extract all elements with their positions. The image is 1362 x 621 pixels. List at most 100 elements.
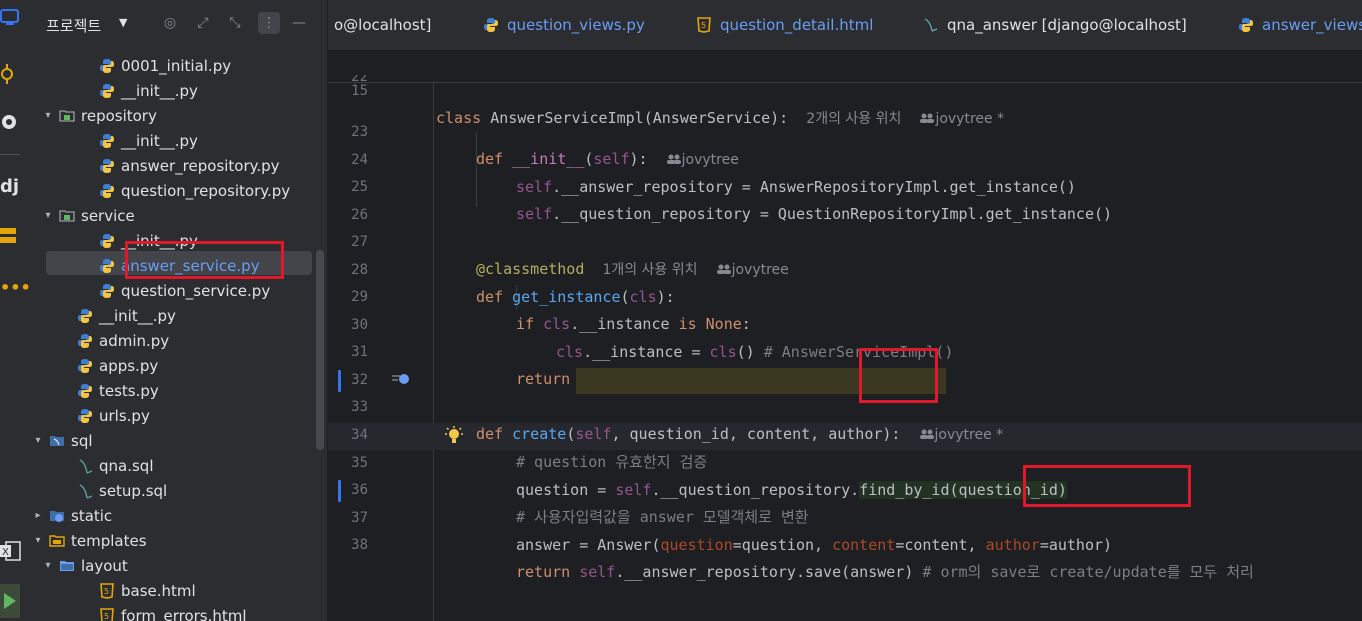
tree-item-label: base.html [121, 581, 196, 600]
tab-label: question_views.py [507, 16, 645, 34]
project-panel-header: 프로젝트 ▼ ◎ ⤢ ⤡ ⋮ — [31, 0, 327, 50]
commit-icon[interactable] [0, 64, 22, 84]
more-tools-icon[interactable]: ••• [0, 278, 31, 297]
db-table-icon [924, 18, 938, 32]
tree-item[interactable]: urls.py [31, 403, 327, 428]
chevron-down-icon[interactable]: ▾ [41, 210, 55, 221]
tree-item[interactable]: tests.py [31, 378, 327, 403]
svg-text:X: X [2, 547, 9, 558]
chevron-right-icon[interactable]: ▸ [31, 510, 45, 521]
python-file-icon [77, 308, 93, 324]
collapse-all-icon[interactable]: ⤡ [226, 14, 244, 32]
tree-item[interactable]: question_repository.py [31, 178, 327, 203]
tree-item[interactable]: 5 base.html [31, 578, 327, 603]
tree-item[interactable]: qna.sql [31, 453, 327, 478]
package-folder-icon [59, 108, 75, 124]
html-file-icon: 5 [99, 607, 115, 621]
tree-item[interactable]: 5 form_errors.html [31, 603, 327, 621]
tree-item[interactable]: 0001_initial.py [31, 53, 327, 78]
code-line-32: 32 [328, 340, 1362, 388]
project-panel-title[interactable]: 프로젝트 [46, 15, 101, 36]
tree-item-label: apps.py [99, 356, 159, 375]
database-icon[interactable] [0, 226, 22, 248]
code-line-35: 35 question = self.__question_repository… [328, 423, 1362, 499]
tree-item[interactable]: answer_repository.py [31, 153, 327, 178]
project-view-icon[interactable] [0, 8, 22, 26]
folder-icon [59, 558, 75, 574]
tree-item[interactable]: question_service.py [31, 278, 327, 303]
tree-item[interactable]: admin.py [31, 328, 327, 353]
tree-item[interactable]: ▸ static [31, 503, 311, 528]
tree-item-label: layout [81, 556, 128, 575]
tree-item-label: 0001_initial.py [121, 56, 232, 75]
django-icon[interactable]: dj [0, 176, 22, 197]
tab-question-detail[interactable]: 5 question_detail.html [696, 0, 873, 50]
python-file-icon [77, 358, 93, 374]
python-file-icon [99, 183, 115, 199]
tree-item-label: answer_repository.py [121, 156, 280, 175]
web-folder-icon [49, 508, 65, 524]
tree-item[interactable]: ▾ service [31, 203, 321, 228]
tree-item[interactable]: ▾ repository [31, 103, 321, 128]
expand-all-icon[interactable]: ⤢ [194, 14, 212, 32]
code-line-26: 26 [328, 175, 1362, 223]
sql-folder-icon [49, 433, 65, 449]
code-line-29: 29 if cls.__instance is None: [328, 257, 1362, 333]
tree-item[interactable]: ▾ templates [31, 528, 311, 553]
hide-panel-icon[interactable]: — [290, 14, 308, 32]
chevron-down-icon[interactable]: ▾ [41, 110, 55, 121]
options-icon[interactable]: ⋮ [258, 12, 280, 34]
svg-text:5: 5 [104, 587, 109, 596]
python-file-icon [1239, 18, 1253, 32]
tab-label: qna_answer [django@localhost] [947, 16, 1187, 34]
highlight-box-answer-service [125, 241, 284, 279]
sql-file-icon [77, 458, 93, 474]
tree-item-label: tests.py [99, 381, 159, 400]
tree-item-label: admin.py [99, 331, 170, 350]
chevron-down-icon[interactable]: ▾ [41, 560, 55, 571]
tab-question-views[interactable]: question_views.py [483, 0, 645, 50]
tree-item[interactable]: __init__.py [31, 78, 327, 103]
tab-qna-answer[interactable]: qna_answer [django@localhost] [923, 0, 1187, 50]
tree-item[interactable]: ▾ layout [31, 553, 321, 578]
run-icon[interactable] [0, 584, 20, 618]
code-line-25: 25 self.__question_repository = Question… [328, 147, 1362, 223]
python-file-icon [99, 133, 115, 149]
code-line-31: 31 return cls.__instance [328, 312, 1362, 388]
package-folder-icon [59, 208, 75, 224]
github-icon[interactable] [0, 112, 22, 132]
tree-item[interactable]: setup.sql [31, 478, 327, 503]
code-line-27: 27 @classmethod 1개의 사용 위치 jovytree [328, 202, 1362, 278]
tab-answer-views[interactable]: answer_views [1238, 0, 1362, 50]
python-file-icon [77, 333, 93, 349]
code-line-37: 37 answer = Answer(question=question, co… [328, 478, 1362, 554]
chevron-down-icon[interactable]: ▾ [31, 535, 45, 546]
template-folder-icon [49, 533, 65, 549]
tab-db-console[interactable]: o@localhost] [334, 0, 431, 50]
tree-item[interactable]: __init__.py [31, 128, 327, 153]
code-line-24: 24 self.__answer_repository = AnswerRepo… [328, 120, 1362, 196]
tree-item[interactable]: __init__.py [31, 303, 327, 328]
python-file-icon [99, 283, 115, 299]
tab-label: question_detail.html [720, 16, 874, 34]
excel-icon[interactable]: X [0, 540, 22, 562]
code-editor[interactable]: 15 class AnswerServiceImpl(AnswerService… [328, 50, 1362, 621]
tree-item[interactable]: ▾ sql [31, 428, 311, 453]
python-file-icon [77, 383, 93, 399]
code-line-38: 38 return self.__answer_repository.save(… [328, 505, 1362, 581]
chevron-down-icon[interactable]: ▼ [119, 16, 127, 29]
python-file-icon [99, 158, 115, 174]
project-panel: 프로젝트 ▼ ◎ ⤢ ⤡ ⋮ — 0001_initial.py __init__… [31, 0, 328, 621]
tab-label: o@localhost] [334, 16, 432, 34]
locate-icon[interactable]: ◎ [161, 14, 179, 32]
code-line-36: 36 # 사용자입력값을 answer 모델객체로 변환 [328, 450, 1362, 526]
line-number: 38 [351, 537, 368, 553]
code-line-15: 15 class AnswerServiceImpl(AnswerService… [328, 51, 1362, 127]
chevron-down-icon[interactable]: ▾ [31, 435, 45, 446]
tree-item-label: form_errors.html [121, 606, 247, 621]
activity-bar: dj ••• X [0, 0, 32, 621]
tab-label: answer_views [1262, 16, 1362, 34]
editor-tabs: o@localhost] question_views.py 5 questio… [328, 0, 1362, 51]
tree-item[interactable]: apps.py [31, 353, 327, 378]
tree-item-label: qna.sql [99, 456, 154, 475]
